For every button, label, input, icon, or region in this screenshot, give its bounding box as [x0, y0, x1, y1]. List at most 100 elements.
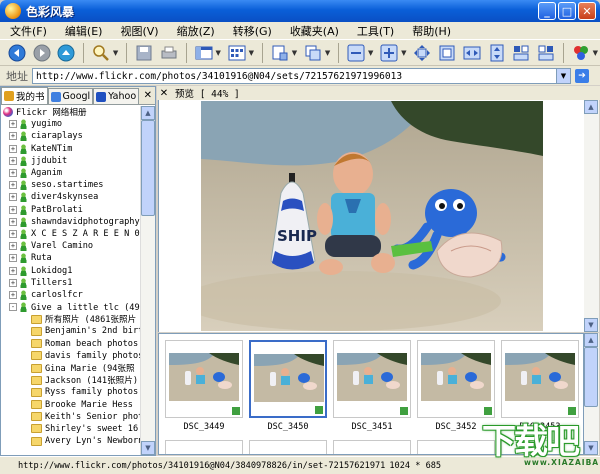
back-button[interactable] [6, 42, 28, 64]
tree-folder-item[interactable]: Roman beach photos [1, 338, 141, 350]
scroll-up-button[interactable]: ▲ [584, 333, 598, 347]
maximize-button[interactable]: □ [558, 2, 576, 20]
tab-close-button[interactable]: ✕ [141, 90, 155, 101]
tree-user-item[interactable]: + Aganim [1, 167, 141, 179]
tree-user-item[interactable]: + X C E S Z A R E E N 00 [1, 228, 141, 240]
tab-bookmarks[interactable]: 我的书 [1, 87, 48, 104]
fit-window-button[interactable] [411, 42, 433, 64]
thumbnail-next-row[interactable] [165, 440, 243, 454]
tree-user-item[interactable]: + carloslfcr [1, 289, 141, 301]
thumbnail[interactable] [417, 340, 495, 418]
chevron-down-icon[interactable]: ▼ [368, 49, 373, 57]
color-tools-button[interactable] [570, 42, 592, 64]
tree-scrollbar[interactable]: ▲ ▼ [140, 106, 155, 455]
tree-user-item[interactable]: - Give a little tlc (49个 [1, 301, 141, 313]
tree-folder-item[interactable]: Benjamin's 2nd birth [1, 325, 141, 337]
search-button[interactable] [90, 42, 112, 64]
go-button[interactable]: ➔ [575, 68, 589, 83]
thumbnail-next-row[interactable] [249, 440, 327, 454]
tree-user-item[interactable]: + Varel Camino [1, 240, 141, 252]
layout-button[interactable] [193, 42, 215, 64]
expand-icon[interactable]: + [9, 254, 17, 263]
tree-user-item[interactable]: + seso.startimes [1, 179, 141, 191]
thumbnail[interactable] [501, 340, 579, 418]
thumbnail[interactable] [165, 340, 243, 418]
tree-user-item[interactable]: + KateNTim [1, 143, 141, 155]
preview-close-button[interactable]: ✕ [157, 88, 171, 99]
open-arrow-icon[interactable] [232, 407, 240, 415]
thumbnail-next-row[interactable] [333, 440, 411, 454]
tree-user-item[interactable]: + Lokidog1 [1, 264, 141, 276]
close-window-button[interactable]: ✕ [578, 2, 596, 20]
tree-folder-item[interactable]: Ryss family photos [1, 386, 141, 398]
thumbnail-view-button[interactable] [226, 42, 248, 64]
expand-icon[interactable]: + [9, 132, 17, 141]
scroll-down-button[interactable]: ▼ [141, 441, 155, 455]
tree-root-item[interactable]: Flickr 网络相册 [1, 106, 141, 118]
expand-icon[interactable]: + [9, 229, 17, 238]
chevron-down-icon[interactable]: ▼ [325, 49, 330, 57]
open-arrow-icon[interactable] [400, 407, 408, 415]
expand-icon[interactable]: + [9, 144, 17, 153]
tree-folder-item[interactable]: Shirley's sweet 16 ( [1, 423, 141, 435]
expand-icon[interactable]: + [9, 266, 17, 275]
rotate-right-button[interactable] [535, 42, 557, 64]
rotate-left-button[interactable] [510, 42, 532, 64]
expand-icon[interactable]: + [9, 242, 17, 251]
tree-folder-item[interactable]: Jackson (141张照片) [1, 374, 141, 386]
tree-user-item[interactable]: + ciaraplays [1, 130, 141, 142]
menu-go[interactable]: 转移(G) [223, 23, 280, 39]
fit-width-button[interactable] [461, 42, 483, 64]
address-input[interactable]: http://www.flickr.com/photos/34101916@N0… [32, 67, 557, 84]
scroll-up-button[interactable]: ▲ [141, 106, 155, 120]
menu-view[interactable]: 视图(V) [110, 23, 166, 39]
address-dropdown-button[interactable]: ▼ [557, 67, 571, 84]
tree-folder-item[interactable]: davis family photos [1, 350, 141, 362]
expand-icon[interactable]: + [9, 169, 17, 178]
tree-folder-item[interactable]: Brooke Marie Hess [1, 399, 141, 411]
chevron-down-icon[interactable]: ▼ [401, 49, 406, 57]
menu-help[interactable]: 帮助(H) [402, 23, 459, 39]
tree-user-item[interactable]: + yugimo [1, 118, 141, 130]
collapse-icon[interactable]: - [9, 303, 17, 312]
scroll-down-button[interactable]: ▼ [584, 318, 598, 332]
tree-folder-item[interactable]: Keith's Senior photo [1, 411, 141, 423]
forward-button[interactable] [31, 42, 53, 64]
expand-icon[interactable]: + [9, 278, 17, 287]
tree-user-item[interactable]: + diver4skynsea [1, 191, 141, 203]
tree-folder-item[interactable]: Avery Lyn's Newborn [1, 435, 141, 447]
actual-size-button[interactable] [436, 42, 458, 64]
expand-icon[interactable]: + [9, 290, 17, 299]
print-button[interactable] [158, 42, 180, 64]
tree-user-item[interactable]: + Ruta [1, 252, 141, 264]
expand-icon[interactable]: + [9, 217, 17, 226]
copy-button[interactable] [302, 42, 324, 64]
minimize-button[interactable]: _ [538, 2, 556, 20]
chevron-down-icon[interactable]: ▼ [113, 49, 118, 57]
tree-user-item[interactable]: + shawndavidphotography [1, 216, 141, 228]
tab-google[interactable]: Googl [47, 88, 94, 104]
chevron-down-icon[interactable]: ▼ [215, 49, 220, 57]
fit-height-button[interactable] [486, 42, 508, 64]
menu-tools[interactable]: 工具(T) [347, 23, 402, 39]
expand-icon[interactable]: + [9, 181, 17, 190]
tree-user-item[interactable]: + Tillers1 [1, 277, 141, 289]
menu-file[interactable]: 文件(F) [0, 23, 55, 39]
menu-edit[interactable]: 编辑(E) [55, 23, 111, 39]
tab-yahoo[interactable]: Yahoo [93, 88, 140, 104]
tree-folder-item[interactable]: Gina Marie (94张照 [1, 362, 141, 374]
tree-user-item[interactable]: + jjdubit [1, 155, 141, 167]
thumbnail[interactable] [249, 340, 327, 418]
preview-scrollbar[interactable]: ▲ ▼ [584, 100, 599, 332]
slideshow-button[interactable] [269, 42, 291, 64]
chevron-down-icon[interactable]: ▼ [593, 49, 598, 57]
menu-zoom[interactable]: 缩放(Z) [167, 23, 223, 39]
expand-icon[interactable]: + [9, 193, 17, 202]
expand-icon[interactable]: + [9, 205, 17, 214]
preview-photo[interactable]: SHIP [201, 101, 543, 331]
thumbnail[interactable] [333, 340, 411, 418]
zoom-in-button[interactable] [378, 42, 400, 64]
scroll-up-button[interactable]: ▲ [584, 100, 598, 114]
expand-icon[interactable]: + [9, 156, 17, 165]
chevron-down-icon[interactable]: ▼ [292, 49, 297, 57]
